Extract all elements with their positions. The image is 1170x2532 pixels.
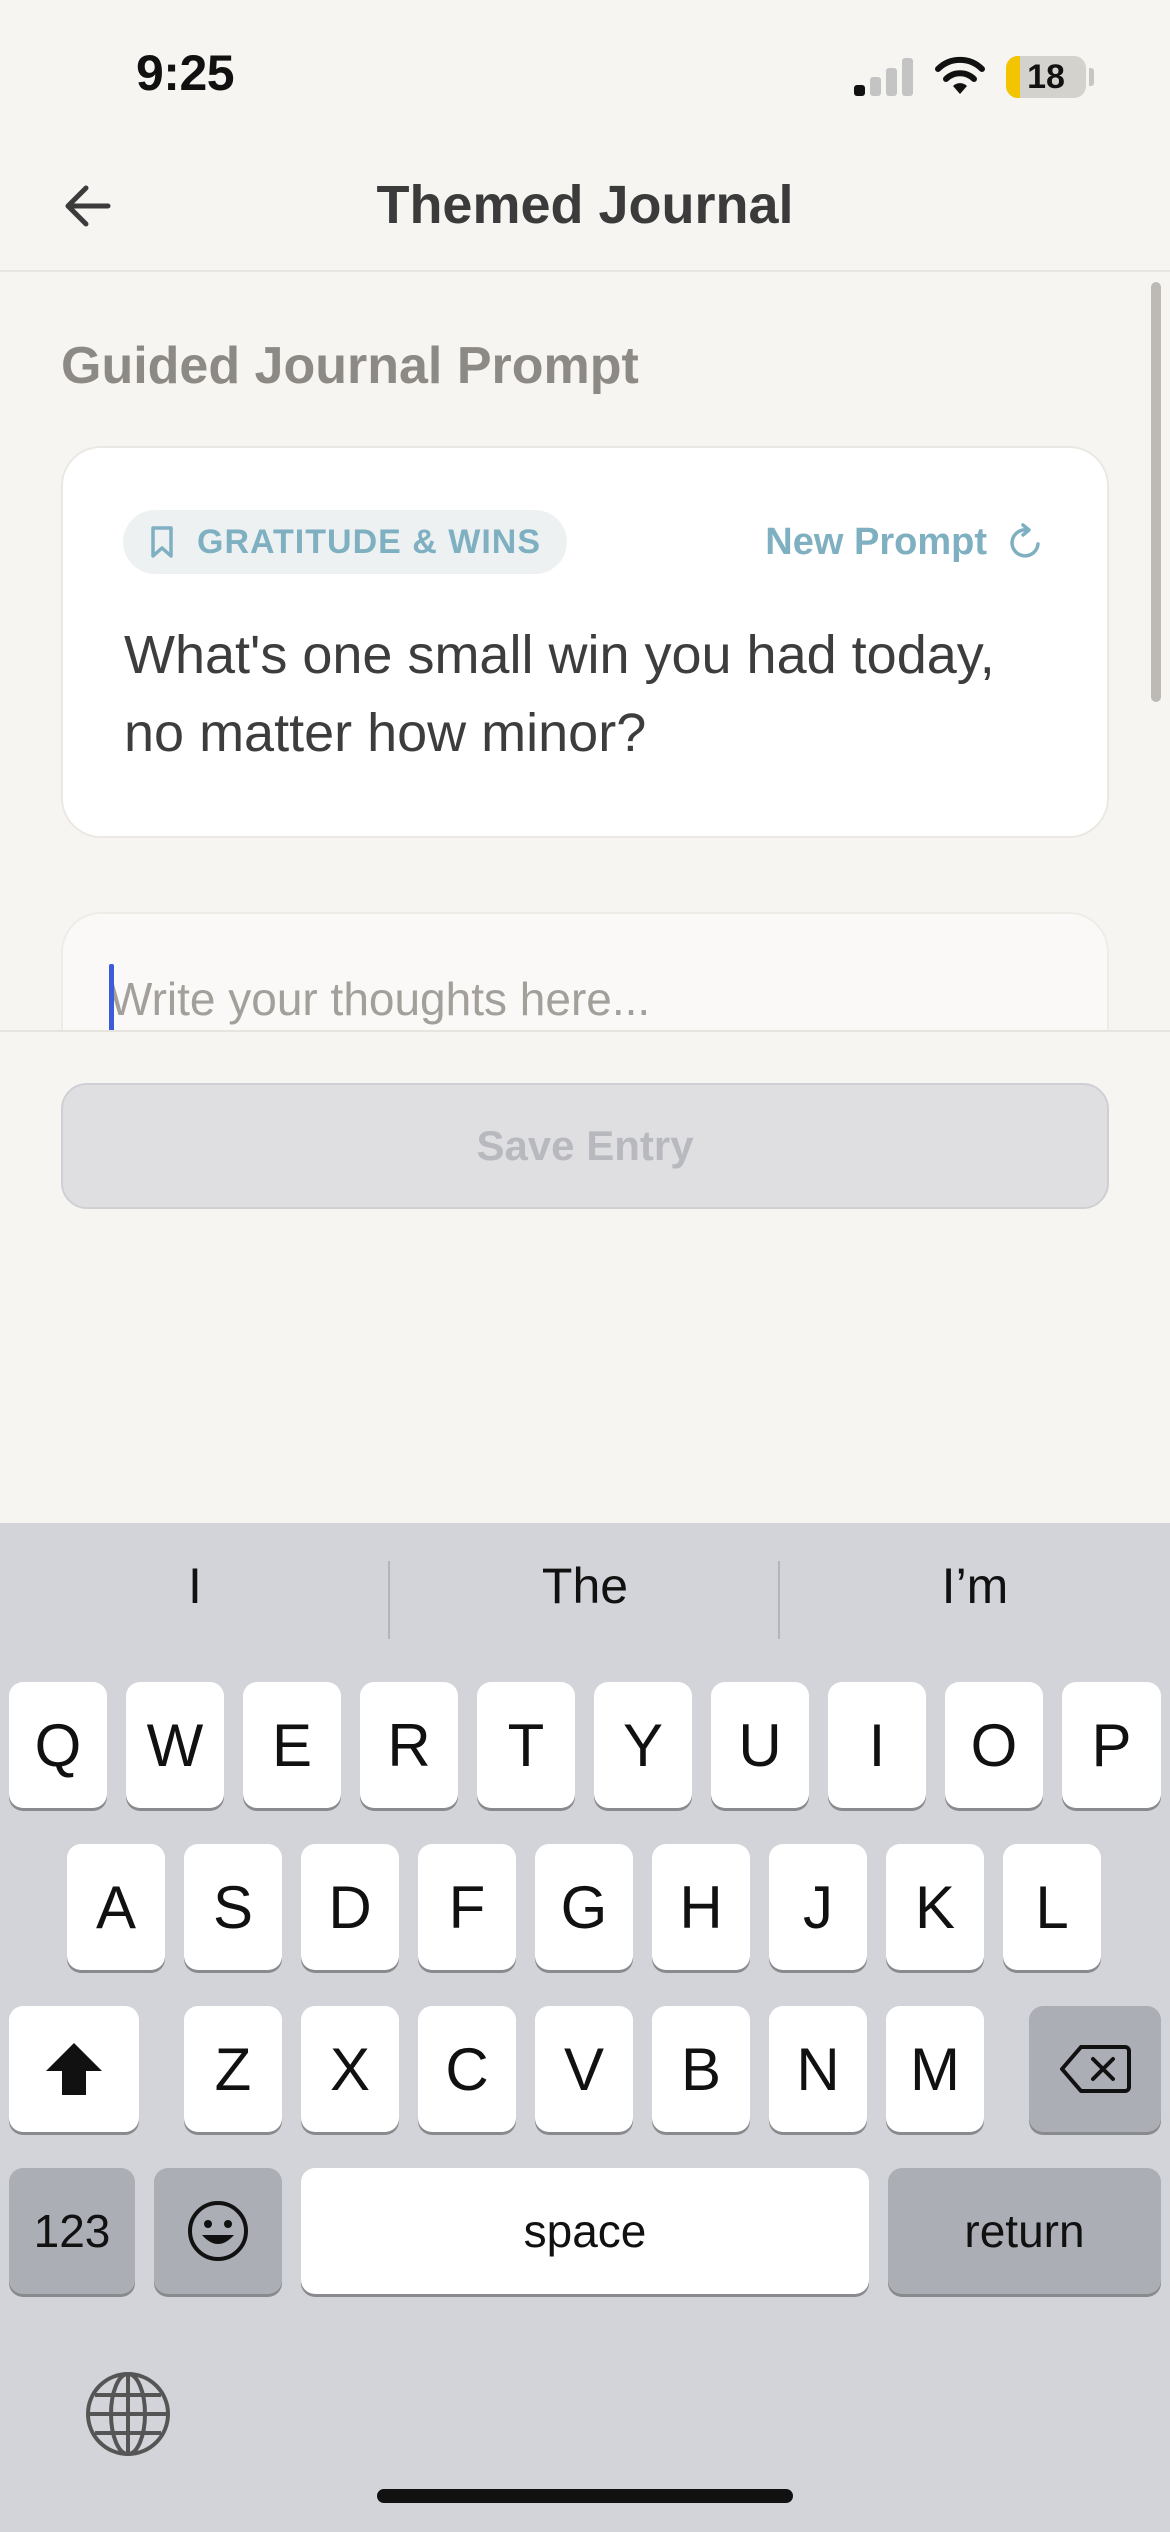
wifi-icon	[935, 56, 985, 94]
journal-entry-input[interactable]	[109, 964, 1009, 1030]
divider	[0, 1030, 1170, 1032]
key-w[interactable]: W	[126, 1682, 224, 1808]
suggestion-3[interactable]: I’m	[780, 1557, 1170, 1615]
suggestion-bar: I The I’m	[0, 1523, 1170, 1677]
delete-key[interactable]	[1029, 2006, 1161, 2132]
backspace-icon	[1060, 2045, 1131, 2093]
navigation-bar: Themed Journal	[0, 140, 1170, 272]
battery-level: 18	[1027, 58, 1065, 96]
key-m[interactable]: M	[886, 2006, 984, 2132]
key-q[interactable]: Q	[9, 1682, 107, 1808]
key-d[interactable]: D	[301, 1844, 399, 1970]
key-i[interactable]: I	[828, 1682, 926, 1808]
return-key[interactable]: return	[888, 2168, 1161, 2294]
key-y[interactable]: Y	[594, 1682, 692, 1808]
globe-icon[interactable]	[82, 2368, 174, 2460]
category-badge: GRATITUDE & WINS	[123, 510, 568, 574]
key-f[interactable]: F	[418, 1844, 516, 1970]
key-r[interactable]: R	[360, 1682, 458, 1808]
shift-icon	[46, 2043, 102, 2095]
category-label: GRATITUDE & WINS	[197, 522, 542, 561]
save-entry-label: Save Entry	[476, 1122, 694, 1169]
save-entry-button[interactable]: Save Entry	[61, 1083, 1109, 1209]
key-u[interactable]: U	[711, 1682, 809, 1808]
key-v[interactable]: V	[535, 2006, 633, 2132]
key-p[interactable]: P	[1062, 1682, 1161, 1808]
refresh-icon	[1010, 523, 1040, 558]
prompt-card: GRATITUDE & WINS New Prompt What's one s…	[61, 446, 1109, 838]
key-x[interactable]: X	[301, 2006, 399, 2132]
key-a[interactable]: A	[67, 1844, 165, 1970]
status-time: 9:25	[136, 45, 235, 101]
journal-entry-field[interactable]	[61, 912, 1109, 1030]
key-s[interactable]: S	[184, 1844, 282, 1970]
key-h[interactable]: H	[652, 1844, 750, 1970]
key-k[interactable]: K	[886, 1844, 984, 1970]
battery-icon: 18	[1006, 56, 1086, 98]
key-z[interactable]: Z	[184, 2006, 282, 2132]
prompt-text: What's one small win you had today, no m…	[124, 625, 995, 763]
key-o[interactable]: O	[945, 1682, 1043, 1808]
new-prompt-label: New Prompt	[765, 520, 987, 563]
key-e[interactable]: E	[243, 1682, 341, 1808]
text-cursor	[109, 964, 114, 1030]
status-bar: 9:25 18	[0, 0, 1170, 140]
key-l[interactable]: L	[1003, 1844, 1101, 1970]
key-t[interactable]: T	[477, 1682, 575, 1808]
suggestion-2[interactable]: The	[390, 1557, 780, 1615]
home-indicator[interactable]	[377, 2489, 793, 2503]
bookmark-icon	[151, 526, 173, 558]
shift-key[interactable]	[9, 2006, 139, 2132]
page-title: Themed Journal	[376, 175, 794, 235]
space-key[interactable]: space	[301, 2168, 869, 2294]
section-heading: Guided Journal Prompt	[61, 337, 639, 395]
key-g[interactable]: G	[535, 1844, 633, 1970]
suggestion-1[interactable]: I	[0, 1557, 390, 1615]
key-c[interactable]: C	[418, 2006, 516, 2132]
numbers-key[interactable]: 123	[9, 2168, 135, 2294]
new-prompt-button[interactable]: New Prompt	[765, 510, 1045, 574]
key-b[interactable]: B	[652, 2006, 750, 2132]
scroll-indicator[interactable]	[1151, 282, 1161, 702]
emoji-key[interactable]	[154, 2168, 282, 2294]
cellular-signal-icon	[854, 58, 913, 96]
emoji-icon	[188, 2201, 248, 2261]
key-n[interactable]: N	[769, 2006, 867, 2132]
key-j[interactable]: J	[769, 1844, 867, 1970]
